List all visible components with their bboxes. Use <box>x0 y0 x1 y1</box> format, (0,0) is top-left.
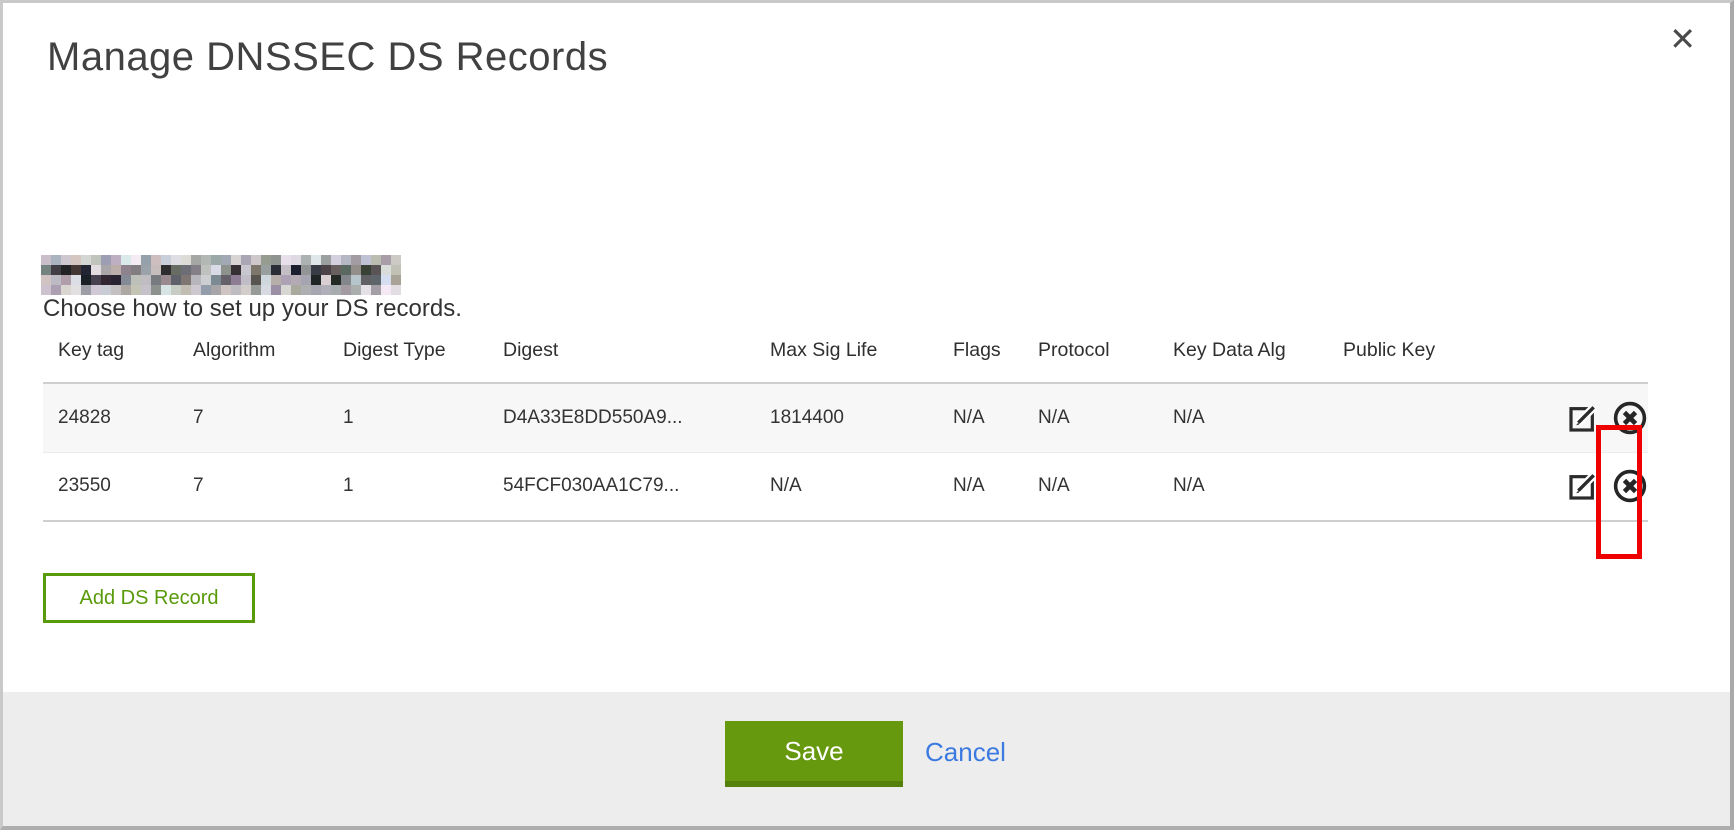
column-header-key-tag: Key tag <box>43 337 178 383</box>
cell-digest: D4A33E8DD550A9... <box>488 383 755 452</box>
cell-public-key <box>1328 452 1528 521</box>
cell-max-sig-life: N/A <box>755 452 938 521</box>
delete-icon[interactable] <box>1612 468 1648 504</box>
manage-dnssec-modal: Manage DNSSEC DS Records ✕ Choose how to… <box>0 0 1734 830</box>
cell-actions <box>1528 452 1648 521</box>
page-title: Manage DNSSEC DS Records <box>47 35 608 80</box>
cell-flags: N/A <box>938 452 1023 521</box>
column-header-max-sig-life: Max Sig Life <box>755 337 938 383</box>
cancel-button[interactable]: Cancel <box>925 737 1006 768</box>
table-header-row: Key tag Algorithm Digest Type Digest Max… <box>43 337 1648 383</box>
cell-key-tag: 23550 <box>43 452 178 521</box>
cell-key-tag: 24828 <box>43 383 178 452</box>
cell-key-data-alg: N/A <box>1158 383 1328 452</box>
column-header-digest-type: Digest Type <box>328 337 488 383</box>
column-header-key-data-alg: Key Data Alg <box>1158 337 1328 383</box>
delete-icon[interactable] <box>1612 400 1648 436</box>
table-row: 23550 7 1 54FCF030AA1C79... N/A N/A N/A … <box>43 452 1648 521</box>
close-icon[interactable]: ✕ <box>1669 23 1696 55</box>
add-ds-record-button[interactable]: Add DS Record <box>43 573 255 623</box>
cell-public-key <box>1328 383 1528 452</box>
column-header-protocol: Protocol <box>1023 337 1158 383</box>
cell-algorithm: 7 <box>178 452 328 521</box>
cell-digest-type: 1 <box>328 383 488 452</box>
column-header-public-key: Public Key <box>1328 337 1528 383</box>
instruction-text: Choose how to set up your DS records. <box>43 295 462 323</box>
cell-digest: 54FCF030AA1C79... <box>488 452 755 521</box>
redacted-domain-name <box>41 255 401 295</box>
cell-key-data-alg: N/A <box>1158 452 1328 521</box>
column-header-digest: Digest <box>488 337 755 383</box>
edit-icon[interactable] <box>1567 402 1599 434</box>
ds-records-table: Key tag Algorithm Digest Type Digest Max… <box>43 337 1648 522</box>
edit-icon[interactable] <box>1567 470 1599 502</box>
cell-max-sig-life: 1814400 <box>755 383 938 452</box>
column-header-flags: Flags <box>938 337 1023 383</box>
cell-digest-type: 1 <box>328 452 488 521</box>
cell-algorithm: 7 <box>178 383 328 452</box>
modal-footer: Save Cancel <box>3 692 1730 826</box>
cell-flags: N/A <box>938 383 1023 452</box>
column-header-actions <box>1528 337 1648 383</box>
cell-actions <box>1528 383 1648 452</box>
table-row: 24828 7 1 D4A33E8DD550A9... 1814400 N/A … <box>43 383 1648 452</box>
cell-protocol: N/A <box>1023 452 1158 521</box>
column-header-algorithm: Algorithm <box>178 337 328 383</box>
cell-protocol: N/A <box>1023 383 1158 452</box>
save-button[interactable]: Save <box>725 721 903 787</box>
